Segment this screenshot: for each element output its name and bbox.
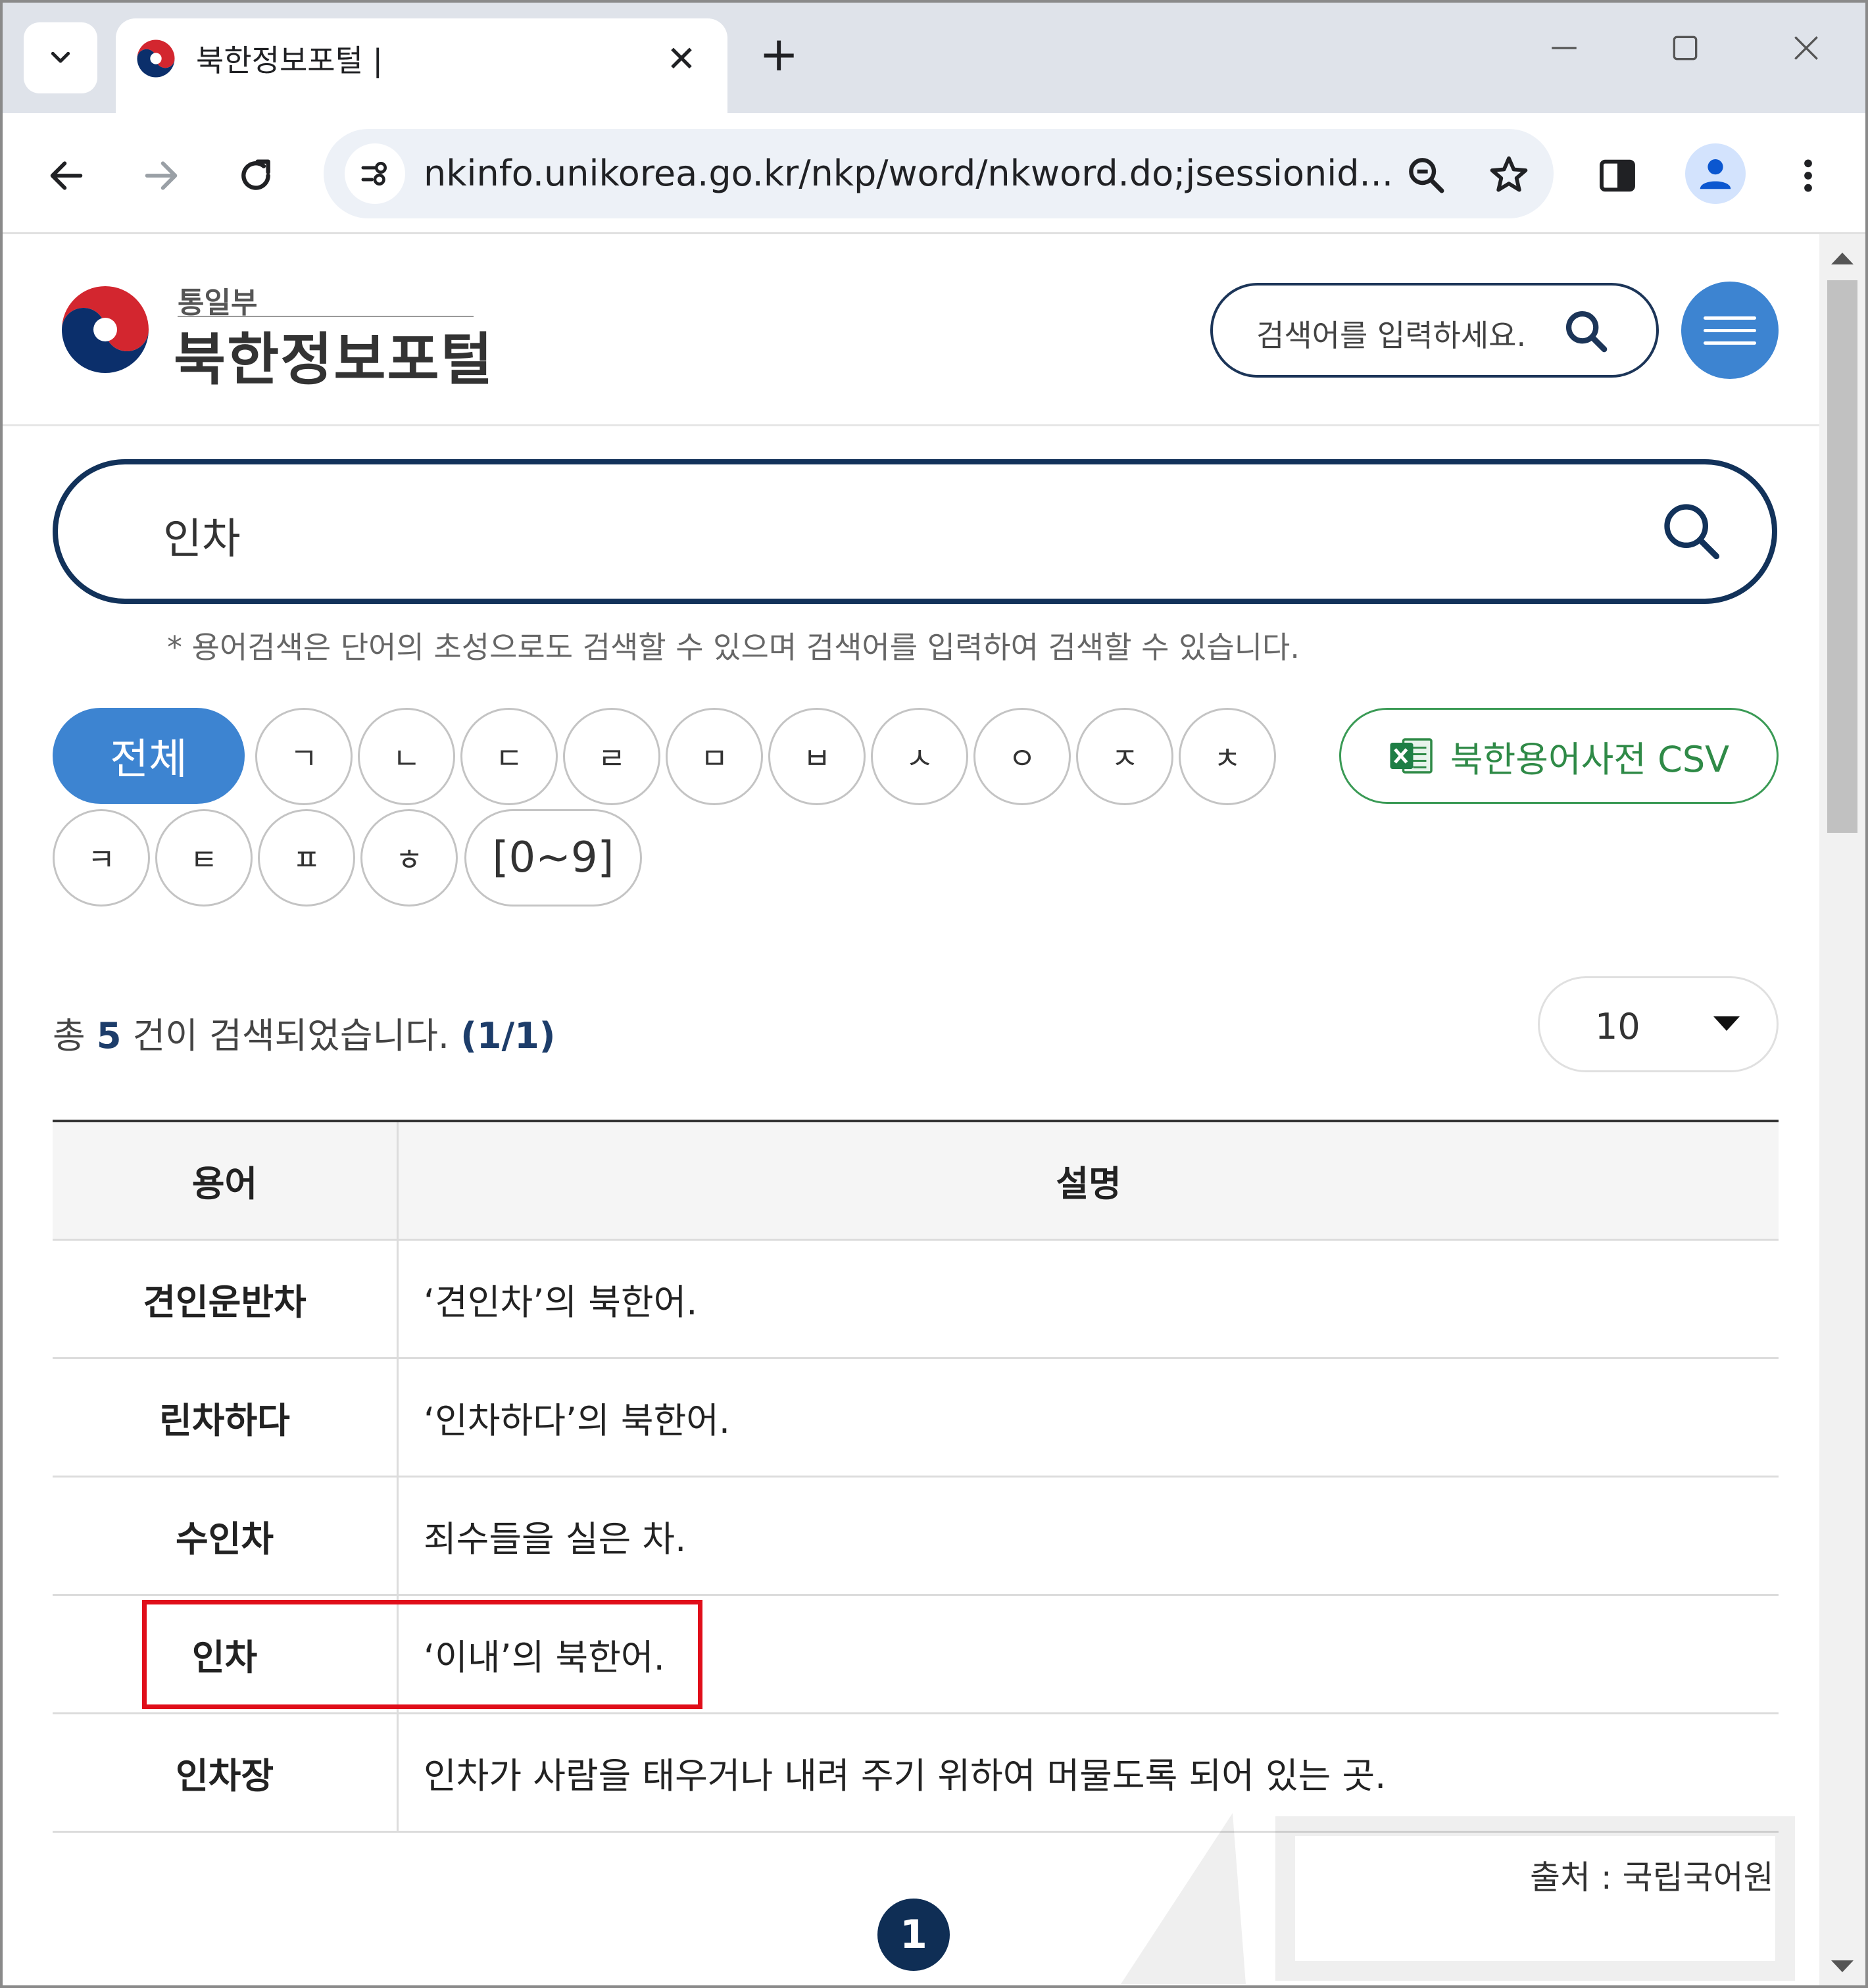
search-icon[interactable]: [1561, 307, 1611, 357]
result-count-number: 5: [96, 1015, 122, 1056]
profile-icon[interactable]: [1685, 143, 1746, 204]
csv-download-button[interactable]: 북한용어사전 CSV: [1339, 708, 1779, 804]
filter-consonant-button[interactable]: ㅂ: [768, 708, 866, 805]
filter-consonant-button[interactable]: ㄴ: [358, 708, 455, 805]
excel-icon: [1390, 738, 1433, 774]
highlight-annotation-box: [142, 1600, 702, 1709]
term-cell[interactable]: 수인차: [53, 1478, 399, 1594]
description-cell: ‘인차하다’의 북한어.: [424, 1400, 731, 1441]
result-count: 총 5 건이 검색되었습니다. (1/1): [53, 1015, 556, 1056]
table-header: 용어 설명: [53, 1122, 1779, 1241]
minimize-icon[interactable]: [1538, 32, 1590, 70]
filter-consonant-button[interactable]: ㅈ: [1076, 708, 1173, 805]
forward-icon[interactable]: [132, 146, 191, 205]
browser-toolbar: nkinfo.unikorea.go.kr/nkp/word/nkword.do…: [3, 113, 1865, 234]
portal-logo-title[interactable]: 북한정보포털: [174, 313, 494, 395]
filter-consonant-button[interactable]: ㅅ: [871, 708, 968, 805]
filter-consonant-button[interactable]: ㄷ: [460, 708, 558, 805]
column-header-description: 설명: [1056, 1163, 1121, 1205]
result-page-info: (1/1): [460, 1015, 556, 1056]
filter-consonant-button[interactable]: ㅊ: [1179, 708, 1276, 805]
header-search-box[interactable]: 검색어를 입력하세요.: [1210, 283, 1659, 378]
scroll-down-icon[interactable]: [1831, 1960, 1854, 1972]
browser-window: 북한정보포털 | ✕ + nkinfo.unikorea.go.kr/nkp/w…: [0, 0, 1868, 1988]
url-text[interactable]: nkinfo.unikorea.go.kr/nkp/word/nkword.do…: [424, 153, 1393, 194]
reload-icon[interactable]: [226, 146, 285, 205]
pagination-current-page[interactable]: 1: [877, 1899, 950, 1971]
tab-title: 북한정보포털 |: [196, 43, 383, 78]
active-tab[interactable]: 북한정보포털 | ✕: [116, 18, 727, 117]
page-size-value: 10: [1595, 1006, 1640, 1047]
filter-consonant-button[interactable]: ㅍ: [258, 809, 355, 907]
government-emblem-icon[interactable]: [53, 280, 158, 379]
filter-numeric-button[interactable]: [0~9]: [464, 809, 642, 907]
chevron-down-icon: [51, 51, 70, 63]
back-icon[interactable]: [37, 146, 96, 205]
scroll-up-icon[interactable]: [1831, 253, 1854, 264]
korea-emblem-icon: [137, 39, 175, 78]
filter-consonant-button[interactable]: ㄱ: [255, 708, 353, 805]
close-icon[interactable]: ✕: [662, 38, 701, 80]
results-table: 용어 설명 견인운반차 ‘견인차’의 북한어. 린차하다 ‘인차하다’의 북한어…: [53, 1120, 1779, 1833]
search-icon[interactable]: [1659, 499, 1725, 564]
zoom-icon[interactable]: [1398, 147, 1454, 203]
page-content: 통일부 북한정보포털 검색어를 입력하세요. 인차 * 용어검색은 단어의 초성…: [3, 234, 1819, 1985]
term-search-input[interactable]: 인차: [163, 505, 241, 566]
plus-icon[interactable]: +: [759, 30, 799, 78]
term-search-box[interactable]: 인차: [53, 459, 1777, 604]
vertical-scrollbar[interactable]: [1819, 234, 1865, 1985]
filter-consonant-button[interactable]: ㅎ: [360, 809, 458, 907]
tab-strip: 북한정보포털 | ✕ +: [3, 3, 1865, 117]
term-cell[interactable]: 린차하다: [53, 1359, 399, 1476]
maximize-icon[interactable]: [1659, 32, 1711, 70]
scroll-thumb[interactable]: [1827, 280, 1857, 833]
filter-consonant-button[interactable]: ㄹ: [563, 708, 660, 805]
term-cell[interactable]: 인차장: [53, 1714, 399, 1831]
csv-button-label: 북한용어사전 CSV: [1450, 738, 1730, 780]
site-header: 통일부 북한정보포털 검색어를 입력하세요.: [3, 234, 1819, 426]
tab-search-button[interactable]: [24, 22, 97, 93]
menu-icon[interactable]: [1681, 282, 1779, 379]
filter-consonant-button[interactable]: ㅋ: [53, 809, 150, 907]
header-search-placeholder[interactable]: 검색어를 입력하세요.: [1256, 312, 1526, 355]
side-panel-icon[interactable]: [1588, 146, 1647, 205]
filter-all-button[interactable]: 전체: [53, 708, 245, 804]
filter-consonant-button[interactable]: ㅇ: [973, 708, 1071, 805]
table-row[interactable]: 린차하다 ‘인차하다’의 북한어.: [53, 1359, 1779, 1478]
filter-consonant-button[interactable]: ㅁ: [666, 708, 763, 805]
caret-down-icon: [1713, 1016, 1740, 1031]
address-bar[interactable]: nkinfo.unikorea.go.kr/nkp/word/nkword.do…: [324, 129, 1554, 218]
watermark-logo: [1121, 1813, 1795, 1984]
description-cell: ‘견인차’의 북한어.: [424, 1281, 698, 1323]
table-row[interactable]: 수인차 죄수들을 실은 차.: [53, 1478, 1779, 1596]
site-info-icon[interactable]: [345, 143, 405, 204]
filter-consonant-button[interactable]: ㅌ: [155, 809, 253, 907]
description-cell: 죄수들을 실은 차.: [424, 1518, 687, 1560]
search-hint: * 용어검색은 단어의 초성으로도 검색할 수 있으며 검색어를 입력하여 검색…: [167, 630, 1300, 665]
more-icon[interactable]: [1779, 146, 1838, 205]
star-icon[interactable]: [1481, 147, 1536, 203]
column-header-term: 용어: [53, 1122, 399, 1239]
window-close-icon[interactable]: [1780, 32, 1832, 70]
table-row[interactable]: 견인운반차 ‘견인차’의 북한어.: [53, 1241, 1779, 1359]
page-size-select[interactable]: 10: [1538, 976, 1779, 1072]
term-cell[interactable]: 견인운반차: [53, 1241, 399, 1357]
